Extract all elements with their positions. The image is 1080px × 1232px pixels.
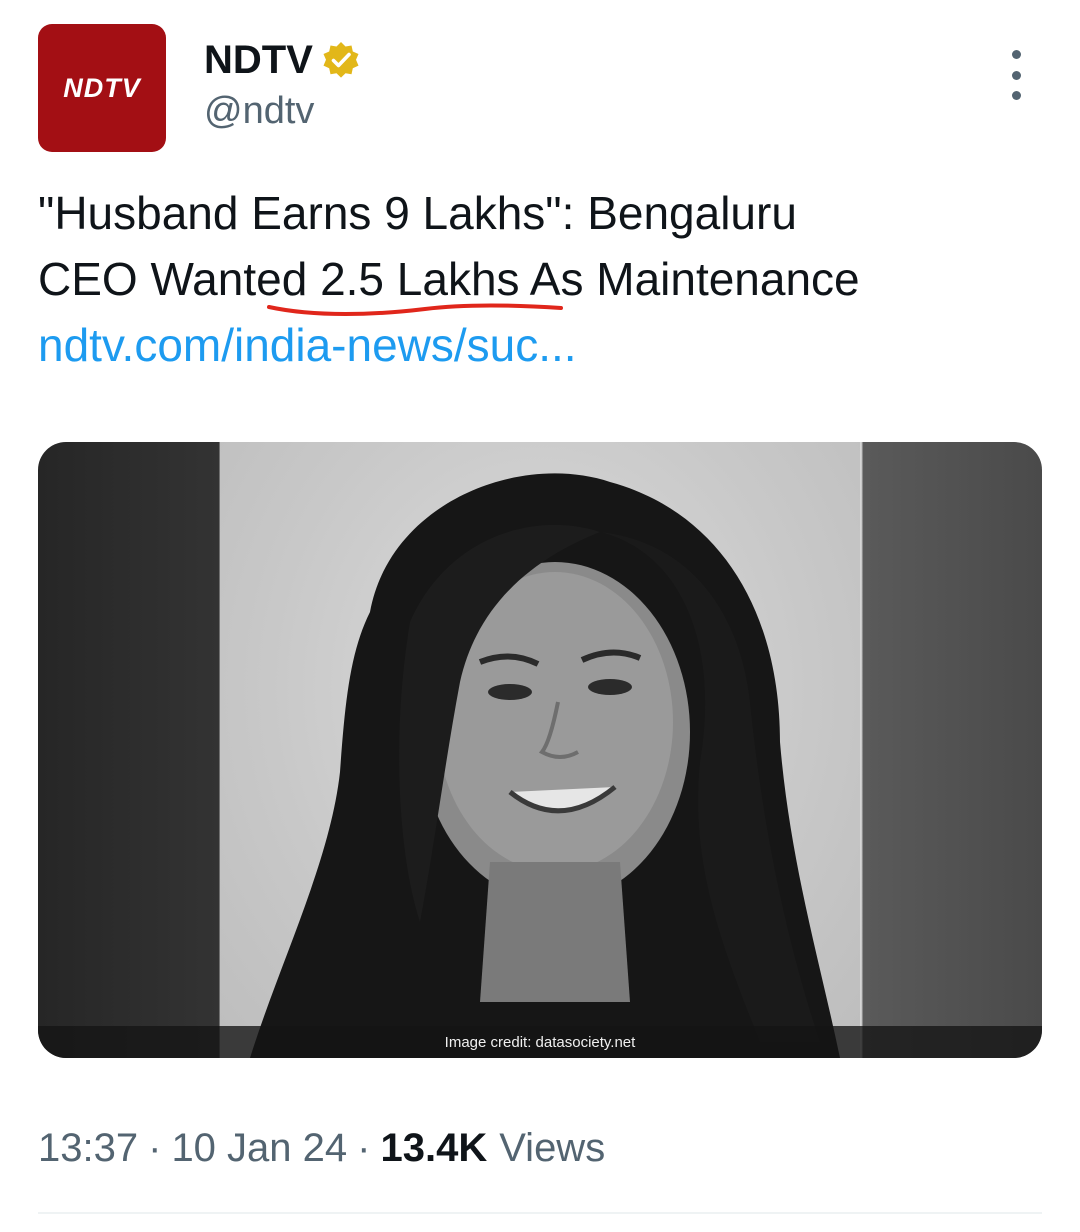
author-name-row[interactable]: NDTV <box>204 36 361 84</box>
article-link[interactable]: ndtv.com/india-news/suc... <box>38 319 577 371</box>
more-dot-icon <box>1011 91 1021 100</box>
tweet-text-line: "Husband Earns 9 Lakhs": Bengaluru <box>38 187 797 239</box>
meta-separator: · <box>148 1126 162 1170</box>
views-label: Views <box>499 1126 606 1170</box>
tweet-date[interactable]: 10 Jan 24 <box>171 1122 347 1174</box>
image-credit: Image credit: datasociety.net <box>444 1033 636 1051</box>
tweet-meta: 13:37 · 10 Jan 24 · 13.4K Views <box>38 1122 605 1174</box>
meta-separator: · <box>357 1126 371 1170</box>
avatar[interactable]: NDTV <box>38 24 166 152</box>
more-dot-icon <box>1011 70 1021 80</box>
tweet-text: "Husband Earns 9 Lakhs": Bengaluru CEO W… <box>38 180 1048 378</box>
image-credit-bar: Image credit: datasociety.net <box>38 1026 1042 1058</box>
tweet-time[interactable]: 13:37 <box>38 1122 138 1174</box>
portrait-photo <box>220 442 860 1058</box>
author-handle[interactable]: @ndtv <box>204 88 314 134</box>
verified-badge-icon <box>323 42 359 78</box>
author-name[interactable]: NDTV <box>204 36 313 84</box>
more-dot-icon <box>1011 50 1021 59</box>
views-count: 13.4K <box>380 1126 488 1170</box>
more-options-button[interactable] <box>996 50 1036 100</box>
divider <box>38 1212 1042 1214</box>
portrait-illustration <box>250 473 840 1058</box>
tweet-media-card[interactable]: Image credit: datasociety.net <box>38 442 1042 1058</box>
tweet-card: NDTV NDTV @ndtv "Husband Earns 9 Lakhs":… <box>0 0 1080 1232</box>
red-underline-annotation <box>267 303 563 316</box>
avatar-logo-text: NDTV <box>63 72 141 103</box>
